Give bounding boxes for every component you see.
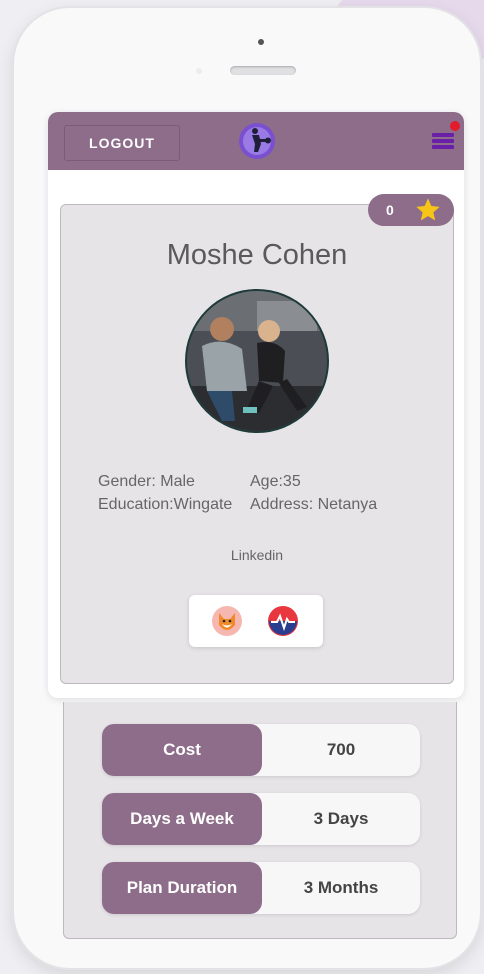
notification-dot: [450, 121, 460, 131]
trainer-avatar: [185, 289, 329, 433]
hamburger-menu-icon[interactable]: [432, 121, 460, 152]
days-a-week-row: Days a Week 3 Days: [102, 793, 420, 845]
plan-duration-row: Plan Duration 3 Months: [102, 862, 420, 914]
trainer-profile-card: Moshe Cohen Gender: Male Age:35 Educatio…: [60, 204, 454, 684]
age-text: Age:35: [250, 473, 301, 490]
days-a-week-label: Days a Week: [102, 793, 262, 845]
cost-label: Cost: [102, 724, 262, 776]
linkedin-link[interactable]: Linkedin: [61, 547, 453, 563]
plan-duration-value: 3 Months: [303, 878, 379, 897]
days-a-week-value: 3 Days: [313, 809, 369, 828]
badges-container: [189, 595, 323, 647]
plan-duration-label: Plan Duration: [102, 862, 262, 914]
app-screen: LOGOUT Moshe Cohen Gender: Male Age:35 E…: [48, 112, 464, 698]
rating-badge: 0: [368, 194, 454, 226]
fox-badge-icon[interactable]: [211, 605, 243, 637]
logout-button[interactable]: LOGOUT: [64, 125, 180, 161]
address-text: Address: Netanya: [250, 496, 378, 513]
star-icon[interactable]: [414, 196, 442, 224]
gender-text: Gender: Male: [98, 473, 195, 490]
cost-row: Cost 700: [102, 724, 420, 776]
fitness-logo-icon[interactable]: [238, 122, 276, 160]
earpiece-speaker: [230, 66, 296, 75]
top-navbar: LOGOUT: [48, 112, 464, 170]
heartbeat-badge-icon[interactable]: [267, 605, 299, 637]
plan-details-card: Cost 700 Days a Week 3 Days Plan Duratio…: [63, 702, 457, 939]
trainer-name: Moshe Cohen: [166, 239, 348, 271]
cost-value: 700: [326, 740, 356, 759]
education-text: Education:Wingate: [98, 496, 233, 513]
front-camera: [258, 39, 264, 45]
proximity-sensor: [196, 68, 202, 74]
rating-count: 0: [386, 202, 394, 218]
